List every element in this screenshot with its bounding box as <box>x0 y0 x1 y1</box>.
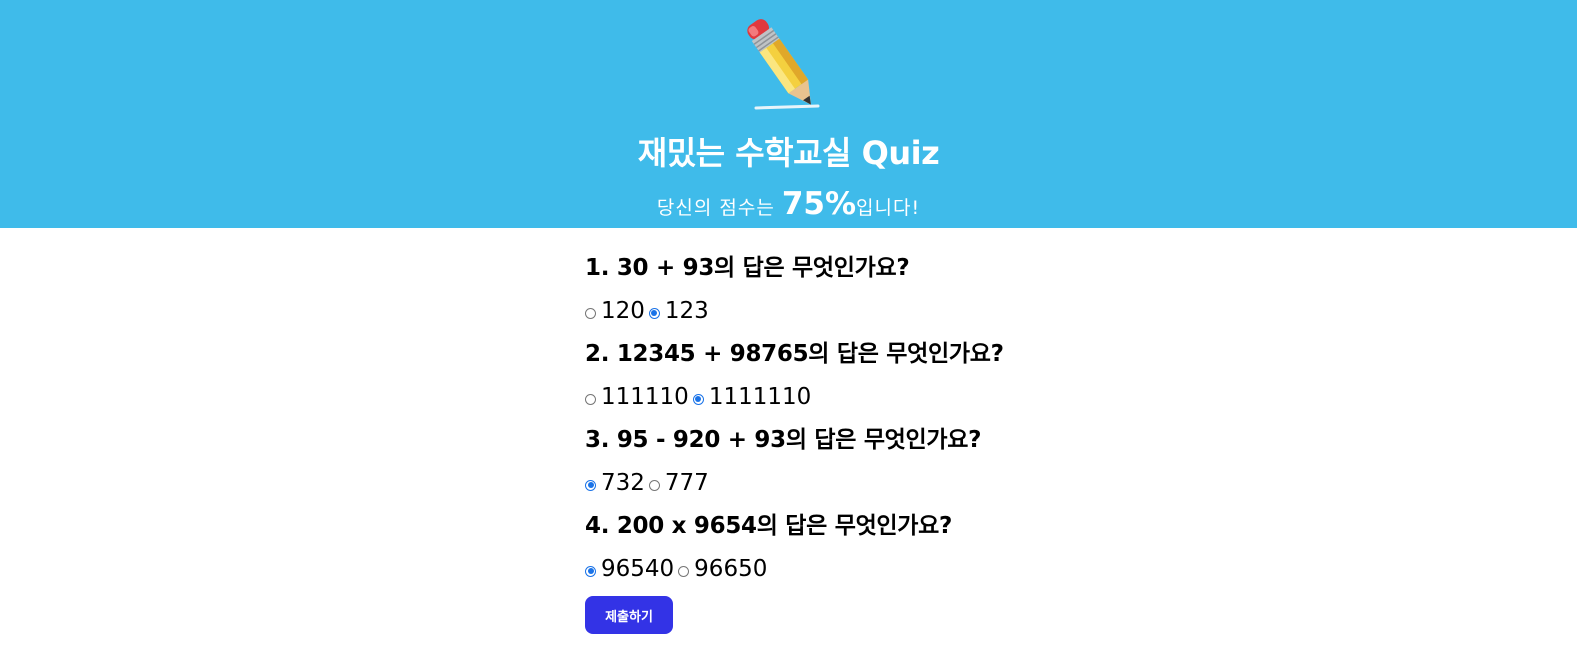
question-block: 3. 95 - 920 + 93의 답은 무엇인가요? 732 777 <box>585 420 1285 506</box>
answer-label[interactable]: 1111110 <box>709 378 811 416</box>
answer-options: 732 777 <box>585 460 1285 506</box>
answer-options: 120 123 <box>585 288 1285 334</box>
page-title: 재밌는 수학교실 Quiz <box>637 134 940 172</box>
question-block: 2. 12345 + 98765의 답은 무엇인가요? 111110 11111… <box>585 334 1285 420</box>
question-block: 1. 30 + 93의 답은 무엇인가요? 120 123 <box>585 248 1285 334</box>
answer-label[interactable]: 96540 <box>601 550 674 588</box>
answer-label[interactable]: 777 <box>665 464 709 502</box>
score-prefix: 당신의 점수는 <box>656 197 782 219</box>
header-banner: 재밌는 수학교실 Quiz 당신의 점수는 75%입니다! <box>0 0 1577 228</box>
answer-options: 111110 1111110 <box>585 374 1285 420</box>
score-value: 75% <box>781 186 857 222</box>
answer-option[interactable]: 732 <box>585 464 645 502</box>
answer-label[interactable]: 123 <box>665 292 709 330</box>
question-text: 3. 95 - 920 + 93의 답은 무엇인가요? <box>585 427 982 453</box>
answer-option[interactable]: 1111110 <box>692 378 811 416</box>
radio-button[interactable] <box>585 393 596 405</box>
answer-label[interactable]: 111110 <box>601 378 689 416</box>
radio-button[interactable] <box>585 565 596 577</box>
submit-button[interactable]: 제출하기 <box>585 596 673 634</box>
quiz-form: 1. 30 + 93의 답은 무엇인가요? 120 123 2. 12345 +… <box>585 248 1285 592</box>
answer-label[interactable]: 120 <box>601 292 645 330</box>
answer-options: 96540 96650 <box>585 546 1285 592</box>
radio-button[interactable] <box>585 479 596 491</box>
question-text: 2. 12345 + 98765의 답은 무엇인가요? <box>585 341 1004 367</box>
answer-option[interactable]: 96650 <box>678 550 767 588</box>
score-message: 당신의 점수는 75%입니다! <box>0 186 1577 222</box>
answer-option[interactable]: 777 <box>648 464 709 502</box>
radio-button[interactable] <box>648 479 660 491</box>
question-text: 1. 30 + 93의 답은 무엇인가요? <box>585 255 910 281</box>
answer-option[interactable]: 96540 <box>585 550 674 588</box>
pencil-icon <box>747 19 820 110</box>
answer-option[interactable]: 111110 <box>585 378 689 416</box>
score-suffix: 입니다! <box>856 197 921 219</box>
answer-option[interactable]: 120 <box>585 292 645 330</box>
answer-label[interactable]: 732 <box>601 464 645 502</box>
answer-label[interactable]: 96650 <box>694 550 767 588</box>
answer-option[interactable]: 123 <box>648 292 709 330</box>
radio-button[interactable] <box>678 565 690 577</box>
radio-button[interactable] <box>692 393 704 405</box>
radio-button[interactable] <box>648 307 660 319</box>
radio-button[interactable] <box>585 307 596 319</box>
question-block: 4. 200 x 9654의 답은 무엇인가요? 96540 96650 <box>585 506 1285 592</box>
question-text: 4. 200 x 9654의 답은 무엇인가요? <box>585 513 953 539</box>
